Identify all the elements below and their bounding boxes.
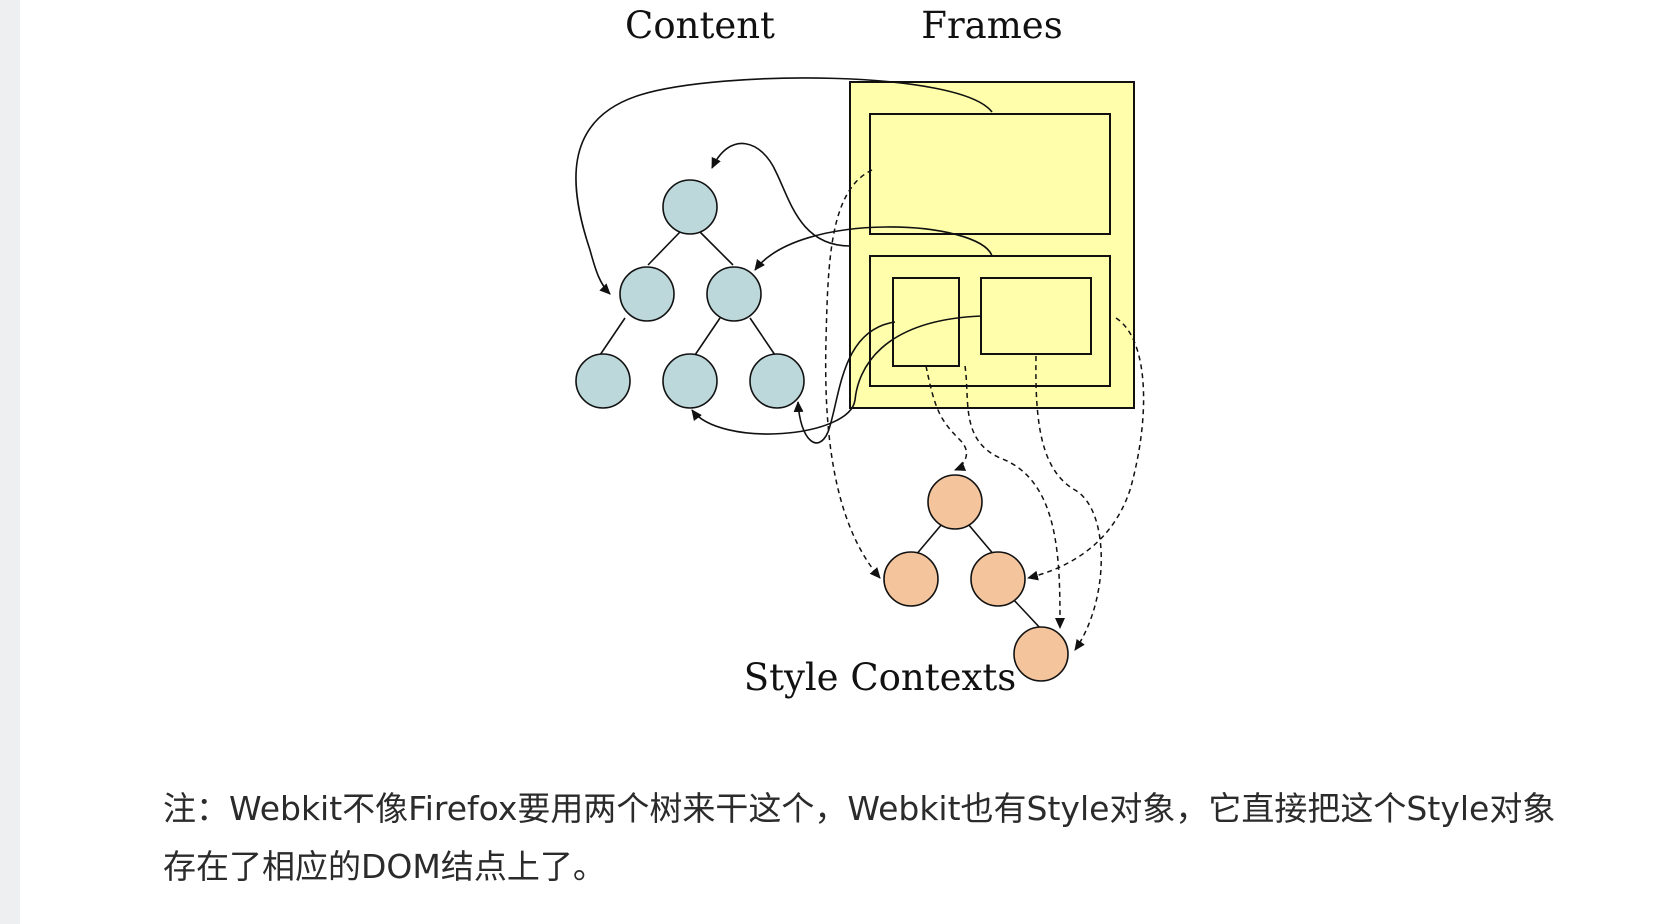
content-node-root (662, 179, 718, 235)
frames-label: Frames (921, 4, 1062, 47)
content-node-right (706, 266, 762, 322)
style-tree-nodes (883, 474, 1069, 682)
content-node-leaf-3 (749, 353, 805, 409)
style-node-right (970, 551, 1026, 607)
content-node-left (619, 266, 675, 322)
frame-inner-small-box (892, 277, 960, 367)
style-node-left (883, 551, 939, 607)
content-node-leaf-1 (575, 353, 631, 409)
style-node-root (927, 474, 983, 530)
content-node-leaf-2 (662, 353, 718, 409)
frame-tree-diagram: Content Frames Style Contexts (0, 0, 1674, 720)
note-paragraph: 注：Webkit不像Firefox要用两个树来干这个，Webkit也有Style… (163, 789, 1556, 886)
content-tree-nodes (575, 179, 805, 409)
diagram-svg: Content Frames Style Contexts (575, 4, 1145, 699)
content-label: Content (625, 4, 775, 47)
frame-top-box (869, 113, 1111, 235)
style-contexts-label: Style Contexts (744, 656, 1017, 699)
style-node-leaf (1013, 626, 1069, 682)
frame-inner-wide-box (980, 277, 1092, 355)
